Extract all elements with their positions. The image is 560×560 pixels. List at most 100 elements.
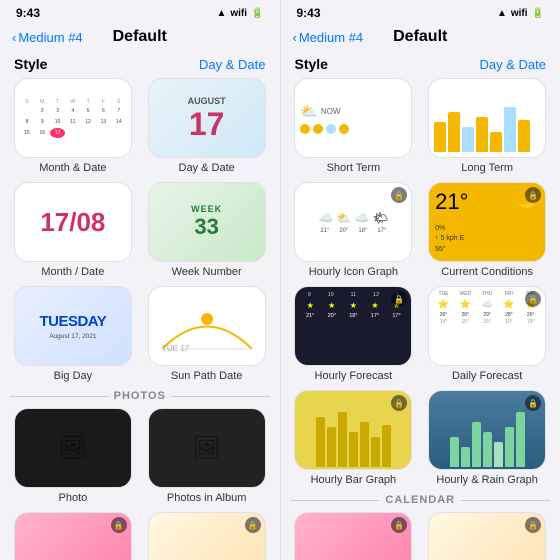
widget-item-hourly-bar[interactable]: 🔒 Hourly Bar Graph [291,390,417,486]
right-back-button[interactable]: ‹ Medium #4 [293,30,364,45]
cal-divider-left [291,500,380,501]
long-term-content [434,84,540,152]
calendar-section-title: CALENDAR [385,494,455,506]
rbar-2 [461,447,470,467]
hf-h2: 10 [328,292,334,298]
widget-item-photo[interactable]: 🖼 Photo [10,408,136,504]
left-back-button[interactable]: ‹ Medium #4 [12,30,83,45]
df-day-thu: THU [477,291,497,297]
widget-label-week-number: Week Number [172,266,242,278]
widget-item-current-conditions[interactable]: 🔒 21° 0% ↑ 5 kph E 55° 🌙 Current Conditi… [424,182,550,278]
widget-item-ice-cream-right[interactable]: 🔒 Ice Cream [424,512,550,560]
left-section-header: Style Day & Date [0,52,280,78]
right-aesthetic-grid: 🔒 Aesthetic / Theme 🔒 Ice Cream [291,512,551,560]
svg-text:TUE 17: TUE 17 [162,344,190,353]
widget-item-aesthetic-right[interactable]: 🔒 Aesthetic / Theme [291,512,417,560]
df-low-2: 15° [455,319,475,325]
hig-temp-2: 20° [336,228,352,234]
hourly-icon-temp-row: 21° 20° 18° 17° [299,228,407,234]
hf-t1: 21° [306,313,314,319]
left-aesthetic-grid: 🔒 Aesthetic / Theme 🔒 Ice Cream [10,512,270,560]
widget-preview-aesthetic-right: 🔒 [294,512,412,560]
day-date-number: 17 [189,108,225,140]
right-nav-bar: ‹ Medium #4 Default [281,24,560,52]
hf-t2: 20° [328,313,336,319]
widget-label-hourly-forecast: Hourly Forecast [315,370,393,382]
widget-item-daily-forecast[interactable]: 🔒 TUE WED THU FRI SAT ⭐ ⭐ ☁️ [424,286,550,382]
widget-item-month-slash-date[interactable]: 17/08 Month / Date [10,182,136,278]
hf-s1: ★ [307,301,314,310]
widget-item-short-term[interactable]: ⛅ NOW Short Term [291,78,417,174]
widget-preview-big-day: TUESDAY August 17, 2021 [14,286,132,366]
widget-item-hourly-rain[interactable]: 🔒 Hourly & Rain Graph [424,390,550,486]
hbar-6 [371,437,380,467]
right-time: 9:43 [297,6,321,20]
week-number-content: WEEK 33 [149,183,265,261]
df-high-1: 26° [434,312,454,318]
month-slash-date-text: 17/08 [40,207,105,238]
df-icon-3: ☁️ [477,299,497,310]
widget-item-ice-cream-left[interactable]: 🔒 Ice Cream [144,512,270,560]
cal-grid: S M T W T F S 2 3 4 5 6 7 8 [15,79,131,157]
df-day-wed: WED [455,291,475,297]
right-wifi-icon: wifi [511,8,528,19]
st-dots [300,124,349,134]
widget-item-month-date[interactable]: S M T W T F S 2 3 4 5 6 7 8 [10,78,136,174]
widget-preview-hourly-forecast: 🔒 9 10 11 12 1 ★ ★ ★ ★ [294,286,412,366]
lt-bar-4 [476,117,488,152]
left-style-value[interactable]: Day & Date [199,57,265,72]
widget-item-sun-path[interactable]: TUE 17 Sun Path Date [144,286,270,382]
widget-item-week-number[interactable]: WEEK 33 Week Number [144,182,270,278]
right-style-value[interactable]: Day & Date [480,57,546,72]
widget-item-hourly-icon-graph[interactable]: 🔒 ☁️ ⛅ ☁️ 🌤 21° 20° 18° 17° [291,182,417,278]
widget-item-long-term[interactable]: Long Term [424,78,550,174]
rbar-7 [516,412,525,467]
right-status-icons: ▲ wifi 🔋 [497,8,544,19]
hf-t5: 17° [392,313,400,319]
lt-bar-6 [504,107,516,152]
widget-preview-day-date: AUGUST 17 [148,78,266,158]
widget-label-daily-forecast: Daily Forecast [452,370,522,382]
hf-t3: 18° [349,313,357,319]
widget-preview-hourly-rain: 🔒 [428,390,546,470]
left-time: 9:43 [16,6,40,20]
hf-h1: 9 [308,292,311,298]
df-low-4: 10° [499,319,519,325]
lock-badge-ice-cream-right: 🔒 [525,517,541,533]
widget-item-hourly-forecast[interactable]: 🔒 9 10 11 12 1 ★ ★ ★ ★ [291,286,417,382]
left-chevron-icon: ‹ [12,30,16,45]
widget-item-aesthetic-left[interactable]: 🔒 Aesthetic / Theme [10,512,136,560]
hourly-icon-row: ☁️ ⛅ ☁️ 🌤 [299,211,407,225]
lt-bar-3 [462,127,474,152]
signal-icon: ▲ [216,8,226,19]
wifi-icon: wifi [230,8,247,19]
widget-preview-daily-forecast: 🔒 TUE WED THU FRI SAT ⭐ ⭐ ☁️ [428,286,546,366]
widget-label-hourly-icon-graph: Hourly Icon Graph [309,266,398,278]
hig-icon-2: ⛅ [337,211,352,225]
widget-item-photos-album[interactable]: 🖼 Photos in Album [144,408,270,504]
hbar-3 [338,412,347,467]
left-phone-panel: 9:43 ▲ wifi 🔋 ‹ Medium #4 Default Style … [0,0,280,560]
widget-item-big-day[interactable]: TUESDAY August 17, 2021 Big Day [10,286,136,382]
df-icon-1: ⭐ [434,299,454,310]
st-row-1: ⛅ NOW [300,103,340,120]
st-dot-2 [313,124,323,134]
hf-s2: ★ [328,301,335,310]
right-widget-grid-4: 🔒 Hourly Bar Graph 🔒 [291,390,551,486]
hbar-5 [360,422,369,467]
lt-bar-5 [490,132,502,152]
widget-label-photos-album: Photos in Album [167,492,247,504]
widget-preview-ice-cream-right: 🔒 [428,512,546,560]
widget-item-day-date[interactable]: AUGUST 17 Day & Date [144,78,270,174]
st-dot-4 [339,124,349,134]
hourly-forecast-content: 9 10 11 12 1 ★ ★ ★ ★ ★ [300,292,406,360]
hf-stars-row: ★ ★ ★ ★ ★ [300,301,406,310]
widget-preview-long-term [428,78,546,158]
hf-s3: ★ [350,301,357,310]
right-style-label: Style [295,56,328,72]
widget-label-short-term: Short Term [327,162,381,174]
df-day-tue: TUE [434,291,454,297]
st-cloud-1: ⛅ [300,103,317,120]
hf-temps-row: 21° 20° 18° 17° 17° [300,313,406,319]
widget-label-hourly-rain: Hourly & Rain Graph [436,474,538,486]
